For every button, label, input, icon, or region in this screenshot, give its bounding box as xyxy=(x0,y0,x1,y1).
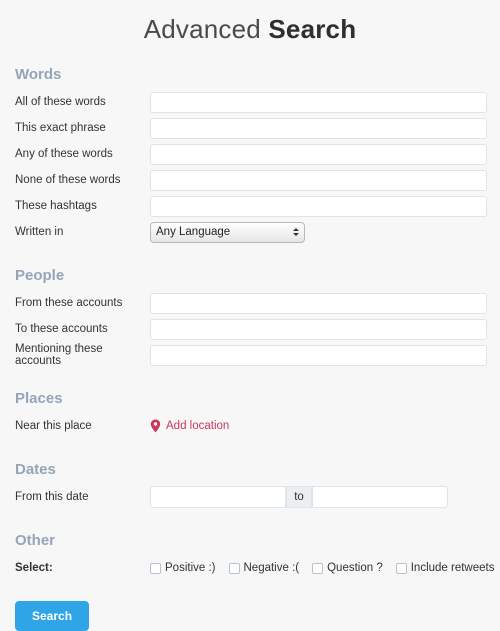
label-from-this-date: From this date xyxy=(15,491,89,503)
field-row-this-exact-phrase: This exact phrase xyxy=(0,115,500,141)
input-mentioning-these-accounts[interactable] xyxy=(150,344,487,366)
label-all-of-these-words: All of these words xyxy=(15,96,106,108)
checkbox-positive[interactable]: Positive :) xyxy=(150,562,216,574)
field-wrap-to-these-accounts xyxy=(150,318,500,340)
input-to-these-accounts[interactable] xyxy=(150,318,487,340)
section-people: People From these accounts To these acco… xyxy=(0,267,500,368)
checkbox-box-negative[interactable] xyxy=(228,562,240,574)
field-wrap-none-of-these-words xyxy=(150,169,500,191)
field-row-any-of-these-words: Any of these words xyxy=(0,141,500,167)
section-heading-words: Words xyxy=(15,66,62,83)
input-these-hashtags[interactable] xyxy=(150,195,487,217)
input-this-exact-phrase[interactable] xyxy=(150,117,487,139)
input-none-of-these-words[interactable] xyxy=(150,169,487,191)
page-title-bold: Search xyxy=(268,14,357,44)
field-row-mentioning-these-accounts: Mentioning these accounts xyxy=(0,342,500,368)
language-select-wrap: Any Language xyxy=(150,221,305,243)
label-to-these-accounts: To these accounts xyxy=(15,323,108,335)
filter-checkbox-group: Positive :) Negative :( Question ? Inclu… xyxy=(150,562,494,574)
field-wrap-this-exact-phrase xyxy=(150,117,500,139)
field-row-near-this-place: Near this place Add location xyxy=(0,413,500,439)
input-any-of-these-words[interactable] xyxy=(150,143,487,165)
label-these-hashtags: These hashtags xyxy=(15,200,97,212)
section-heading-people: People xyxy=(15,267,65,284)
field-row-select-filters: Select: Positive :) Negative :( Question… xyxy=(0,555,500,581)
date-range-separator: to xyxy=(286,486,312,508)
section-words: Words All of these words This exact phra… xyxy=(0,66,500,245)
checkbox-label-question: Question ? xyxy=(327,562,383,574)
input-from-these-accounts[interactable] xyxy=(150,292,487,314)
checkbox-negative[interactable]: Negative :( xyxy=(228,562,300,574)
label-none-of-these-words: None of these words xyxy=(15,174,121,186)
checkbox-box-include-retweets[interactable] xyxy=(395,562,407,574)
field-row-from-this-date: From this date to xyxy=(0,484,500,510)
label-select: Select: xyxy=(15,562,53,574)
checkbox-box-question[interactable] xyxy=(312,562,324,574)
section-heading-places: Places xyxy=(15,390,63,407)
checkbox-include-retweets[interactable]: Include retweets xyxy=(395,562,495,574)
date-range-group: to xyxy=(150,486,448,508)
checkbox-box-positive[interactable] xyxy=(150,562,161,574)
field-row-written-in: Written in Any Language xyxy=(0,219,500,245)
field-row-these-hashtags: These hashtags xyxy=(0,193,500,219)
input-date-to[interactable] xyxy=(312,486,448,508)
field-wrap-date-range: to xyxy=(150,486,500,508)
search-button-wrap: Search xyxy=(15,601,500,631)
label-any-of-these-words: Any of these words xyxy=(15,148,113,160)
field-wrap-written-in: Any Language xyxy=(150,221,500,243)
field-row-none-of-these-words: None of these words xyxy=(0,167,500,193)
field-row-to-these-accounts: To these accounts xyxy=(0,316,500,342)
section-dates: Dates From this date to xyxy=(0,461,500,510)
select-written-in-language[interactable]: Any Language xyxy=(150,221,305,243)
label-this-exact-phrase: This exact phrase xyxy=(15,122,106,134)
section-other: Other Select: Positive :) Negative :( Qu… xyxy=(0,532,500,581)
search-button[interactable]: Search xyxy=(15,601,90,631)
label-written-in: Written in xyxy=(15,226,64,238)
checkbox-label-negative: Negative :( xyxy=(243,562,300,574)
field-wrap-any-of-these-words xyxy=(150,143,500,165)
field-wrap-these-hashtags xyxy=(150,195,500,217)
field-wrap-all-of-these-words xyxy=(150,91,500,113)
checkbox-label-positive: Positive :) xyxy=(165,562,216,574)
label-mentioning-these-accounts: Mentioning these accounts xyxy=(15,343,103,367)
field-row-from-these-accounts: From these accounts xyxy=(0,290,500,316)
map-pin-icon xyxy=(150,419,161,433)
input-date-from[interactable] xyxy=(150,486,286,508)
field-wrap-filter-checkboxes: Positive :) Negative :( Question ? Inclu… xyxy=(150,562,500,574)
label-from-these-accounts: From these accounts xyxy=(15,297,123,309)
section-places: Places Near this place Add location xyxy=(0,390,500,439)
input-all-of-these-words[interactable] xyxy=(150,91,487,113)
field-wrap-near-this-place: Add location xyxy=(150,419,500,433)
section-heading-other: Other xyxy=(15,532,56,549)
advanced-search-page: Advanced Search Words All of these words… xyxy=(0,0,500,631)
checkbox-label-include-retweets: Include retweets xyxy=(410,562,495,574)
add-location-link[interactable]: Add location xyxy=(150,419,229,433)
page-title: Advanced Search xyxy=(0,0,500,46)
page-title-light: Advanced xyxy=(143,14,261,44)
field-wrap-mentioning-these-accounts xyxy=(150,344,500,366)
section-heading-dates: Dates xyxy=(15,461,56,478)
add-location-label: Add location xyxy=(166,420,230,432)
label-near-this-place: Near this place xyxy=(15,420,92,432)
field-wrap-from-these-accounts xyxy=(150,292,500,314)
checkbox-question[interactable]: Question ? xyxy=(312,562,383,574)
field-row-all-of-these-words: All of these words xyxy=(0,89,500,115)
